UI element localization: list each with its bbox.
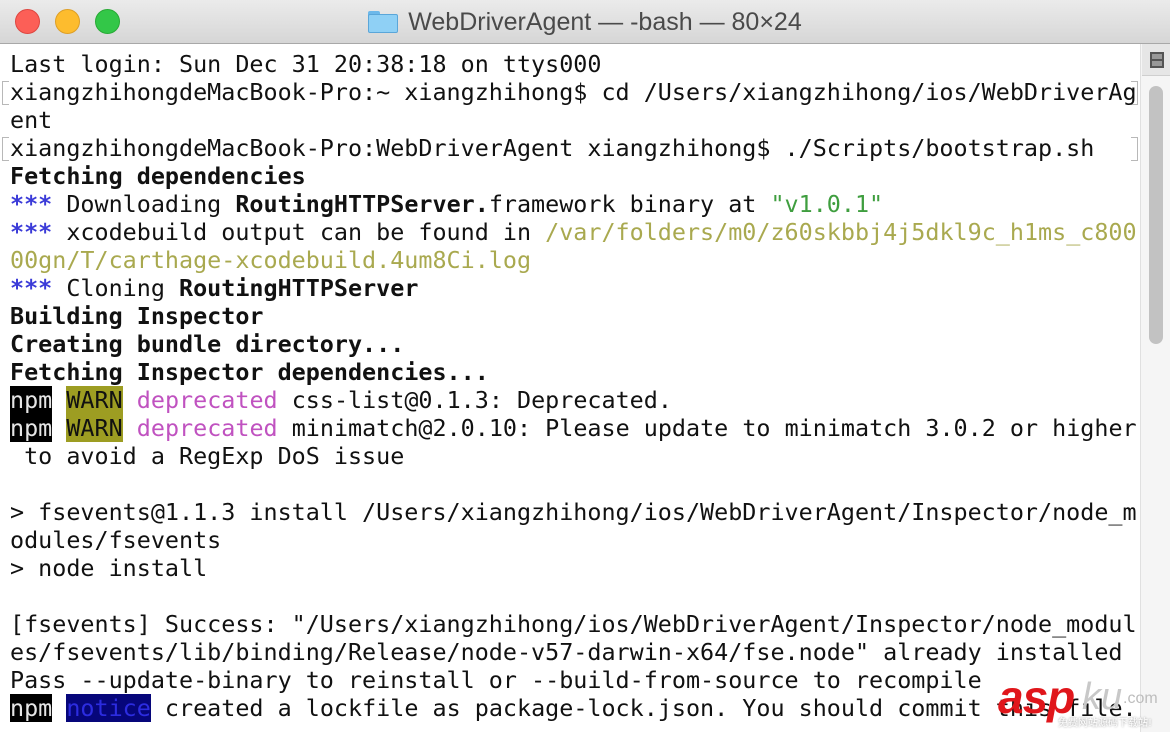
terminal-line: *** xcodebuild output can be found in /v… [10,218,1137,246]
terminal-output[interactable]: Last login: Sun Dec 31 20:38:18 on ttys0… [0,44,1140,732]
terminal-line: *** Downloading RoutingHTTPServer.framew… [10,190,883,218]
terminal-text-segment: ent [10,106,53,134]
prompt-mark-left [2,137,9,161]
terminal-text-segment: > fsevents@1.1.3 install /Users/xiangzhi… [10,498,1137,526]
terminal-line: xiangzhihongdeMacBook-Pro:~ xiangzhihong… [10,78,1137,106]
terminal-text-segment: 00gn/T/carthage-xcodebuild.4um8Ci.log [10,246,532,274]
terminal-text-segment: minimatch@2.0.10: Please update to minim… [277,414,1137,442]
window-title: WebDriverAgent — -bash — 80×24 [408,7,802,36]
terminal-text-segment: Creating bundle directory... [10,330,405,358]
terminal-text-segment: /var/folders/m0/z60skbbj4j5dkl9c_h1ms_c8… [545,218,1137,246]
terminal-text-segment: Fetching dependencies [10,162,306,190]
window-title-container: WebDriverAgent — -bash — 80×24 [0,0,1170,44]
folder-icon [368,11,399,33]
terminal-line: Building Inspector [10,302,263,330]
terminal-line: > fsevents@1.1.3 install /Users/xiangzhi… [10,498,1137,526]
terminal-text-segment: *** [10,274,53,302]
terminal-line: odules/fsevents [10,526,221,554]
terminal-text-segment: npm [10,414,53,442]
terminal-text-segment: Building Inspector [10,302,264,330]
terminal-text-segment: Last login: Sun Dec 31 20:38:18 on ttys0… [10,50,602,78]
split-pane-icon [1150,52,1164,68]
terminal-line: ent [10,106,52,134]
terminal-text-segment: deprecated [136,386,278,414]
scrollbar-thumb[interactable] [1149,86,1163,344]
terminal-text-segment: npm [10,386,53,414]
terminal-text-segment: deprecated [136,414,278,442]
terminal-line: *** Cloning RoutingHTTPServer [10,274,418,302]
terminal-line: Last login: Sun Dec 31 20:38:18 on ttys0… [10,50,601,78]
terminal-line: npm WARN deprecated css-list@0.1.3: Depr… [10,386,672,414]
terminal-text-segment: xiangzhihongdeMacBook-Pro:WebDriverAgent… [10,134,1095,162]
prompt-mark-right [1131,137,1138,161]
terminal-line: Creating bundle directory... [10,330,404,358]
terminal-text-segment: [fsevents] Success: "/Users/xiangzhihong… [10,610,1137,638]
terminal-line: Fetching dependencies [10,162,306,190]
terminal-text-segment: npm [10,694,53,722]
terminal-text-segment: to avoid a RegExp DoS issue [10,442,405,470]
terminal-text-segment: RoutingHTTPServer. [235,190,489,218]
terminal-line: Fetching Inspector dependencies... [10,358,489,386]
terminal-text-segment: framework binary at [488,190,771,218]
prompt-mark-left [2,81,9,105]
terminal-text-segment: es/fsevents/lib/binding/Release/node-v57… [10,638,1123,666]
terminal-text-segment: *** [10,218,53,246]
terminal-line: to avoid a RegExp DoS issue [10,442,404,470]
terminal-line: xiangzhihongdeMacBook-Pro:WebDriverAgent… [10,134,1094,162]
terminal-line: > node install [10,554,207,582]
scrollbar-track[interactable] [1140,44,1170,732]
terminal-text-segment: Fetching Inspector dependencies... [10,358,489,386]
terminal-line: [fsevents] Success: "/Users/xiangzhihong… [10,610,1137,638]
terminal-text-segment: created a lockfile as package-lock.json.… [150,694,1137,722]
terminal-line: es/fsevents/lib/binding/Release/node-v57… [10,638,1123,666]
terminal-text-segment: WARN [66,414,123,442]
split-pane-button[interactable] [1142,44,1170,76]
terminal-text-segment: Pass --update-binary to reinstall or --b… [10,666,982,694]
terminal-line: npm WARN deprecated minimatch@2.0.10: Pl… [10,414,1137,442]
terminal-text-segment: RoutingHTTPServer [179,274,419,302]
terminal-text-segment: WARN [66,386,123,414]
terminal-text-segment: css-list@0.1.3: Deprecated. [277,386,672,414]
terminal-text-segment: *** [10,190,53,218]
terminal-line: Pass --update-binary to reinstall or --b… [10,666,982,694]
terminal-text-segment: Cloning [52,274,179,302]
title-bar[interactable]: WebDriverAgent — -bash — 80×24 [0,0,1170,44]
terminal-text-segment: xcodebuild output can be found in [52,218,546,246]
terminal-line: npm notice created a lockfile as package… [10,694,1137,722]
terminal-text-segment: notice [66,694,151,722]
terminal-text-segment: odules/fsevents [10,526,222,554]
terminal-text-segment: xiangzhihongdeMacBook-Pro:~ xiangzhihong… [10,78,1137,106]
terminal-line: 00gn/T/carthage-xcodebuild.4um8Ci.log [10,246,531,274]
terminal-text-segment: > node install [10,554,208,582]
terminal-text-segment: "v1.0.1" [770,190,884,218]
terminal-text-segment: Downloading [52,190,236,218]
